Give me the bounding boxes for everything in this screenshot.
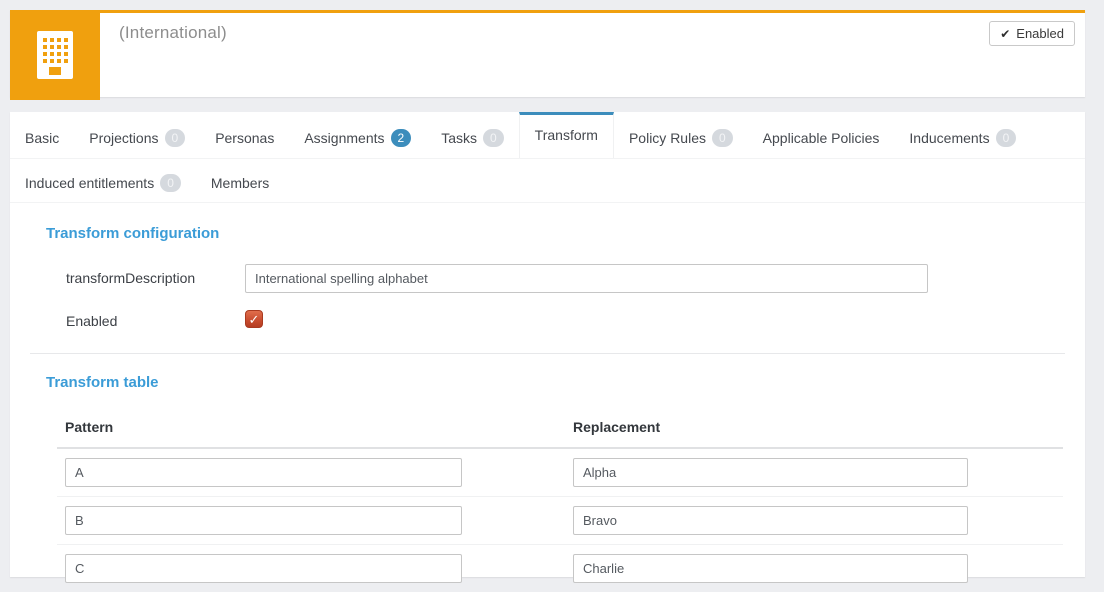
tab-row-2: Induced entitlements 0 Members bbox=[10, 159, 1085, 203]
tab-label: Personas bbox=[215, 130, 275, 146]
tab-members[interactable]: Members bbox=[196, 159, 284, 202]
transform-description-input[interactable] bbox=[245, 264, 928, 293]
tab-applicable-policies[interactable]: Applicable Policies bbox=[748, 112, 895, 158]
check-icon: ✔ bbox=[1000, 26, 1011, 41]
transform-table-heading: Transform table bbox=[46, 374, 159, 391]
tab-row-1: Basic Projections 0 Personas Assignments 2… bbox=[10, 112, 1085, 159]
tab-projections[interactable]: Projections 0 bbox=[74, 112, 200, 158]
tab-label: Applicable Policies bbox=[762, 130, 880, 146]
tab-label: Basic bbox=[25, 130, 60, 146]
transform-configuration-heading: Transform configuration bbox=[46, 225, 220, 242]
replacement-input[interactable] bbox=[573, 506, 968, 535]
replacement-column-header: Replacement bbox=[573, 419, 661, 435]
enabled-checkbox[interactable]: ✓ bbox=[245, 310, 263, 328]
tab-inducements[interactable]: Inducements 0 bbox=[894, 112, 1031, 158]
tab-count-badge: 0 bbox=[711, 129, 733, 147]
object-details-panel: Basic Projections 0 Personas Assignments 2… bbox=[10, 112, 1085, 583]
tab-count-badge: 0 bbox=[995, 129, 1017, 147]
tab-label: Tasks bbox=[441, 130, 477, 146]
tab-label: Projections bbox=[89, 130, 159, 146]
tab-policy-rules[interactable]: Policy Rules 0 bbox=[614, 112, 748, 158]
table-row bbox=[57, 496, 1063, 544]
replacement-input[interactable] bbox=[573, 458, 968, 487]
table-row bbox=[57, 544, 1063, 592]
transform-table-header: Pattern Replacement bbox=[57, 413, 1063, 449]
org-icon-tile bbox=[10, 10, 100, 100]
tab-count-badge: 0 bbox=[482, 129, 504, 147]
tab-induced-entitlements[interactable]: Induced entitlements 0 bbox=[10, 159, 196, 202]
tab-label: Inducements bbox=[909, 130, 990, 146]
object-summary-panel: (International) ✔ Enabled bbox=[10, 10, 1085, 100]
enabled-label: Enabled bbox=[66, 313, 118, 329]
checkbox-check-icon: ✓ bbox=[248, 311, 260, 327]
transform-table: Pattern Replacement bbox=[57, 413, 1063, 592]
pattern-input[interactable] bbox=[65, 506, 462, 535]
tab-label: Members bbox=[210, 175, 270, 191]
building-icon bbox=[37, 31, 73, 79]
tab-label: Assignments bbox=[304, 130, 385, 146]
tab-count-badge: 0 bbox=[160, 174, 181, 192]
transform-tab-content: Transform configuration transformDescrip… bbox=[10, 203, 1085, 592]
page-title: (International) bbox=[119, 23, 227, 42]
tab-count-badge: 0 bbox=[164, 129, 186, 147]
pattern-column-header: Pattern bbox=[65, 419, 114, 435]
tab-label: Policy Rules bbox=[628, 130, 706, 146]
tab-assignments[interactable]: Assignments 2 bbox=[289, 112, 426, 158]
tab-basic[interactable]: Basic bbox=[10, 112, 74, 158]
section-divider bbox=[30, 353, 1065, 354]
tab-label: Transform bbox=[534, 127, 598, 143]
status-badge-label: Enabled bbox=[1016, 26, 1064, 41]
tab-count-badge: 2 bbox=[390, 129, 412, 147]
transform-description-label: transformDescription bbox=[66, 270, 196, 286]
pattern-input[interactable] bbox=[65, 554, 462, 583]
enabled-row: Enabled ✓ bbox=[66, 307, 1065, 329]
tab-label: Induced entitlements bbox=[25, 175, 155, 191]
table-row bbox=[57, 449, 1063, 496]
tab-personas[interactable]: Personas bbox=[200, 112, 289, 158]
enabled-status-badge[interactable]: ✔ Enabled bbox=[989, 21, 1075, 46]
transform-description-row: transformDescription bbox=[66, 264, 1065, 293]
pattern-input[interactable] bbox=[65, 458, 462, 487]
replacement-input[interactable] bbox=[573, 554, 968, 583]
tab-transform[interactable]: Transform bbox=[518, 112, 614, 158]
tab-tasks[interactable]: Tasks 0 bbox=[426, 112, 518, 158]
